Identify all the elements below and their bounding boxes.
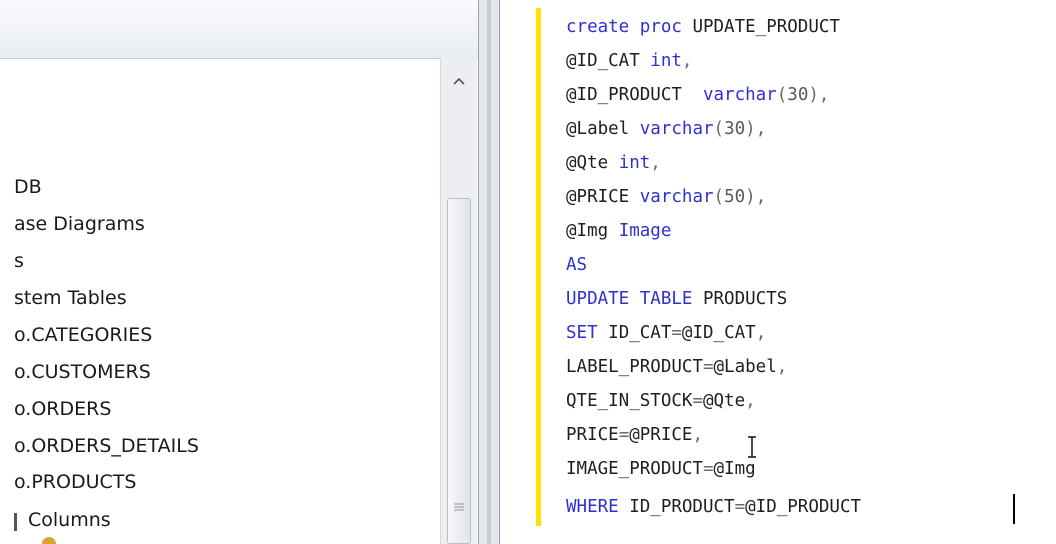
code-line[interactable]: WHERE ID_PRODUCT=@ID_PRODUCT <box>566 490 861 524</box>
code-token: ( <box>713 187 725 207</box>
code-token: Image <box>618 221 672 241</box>
code-token: , <box>692 425 703 445</box>
code-token: = <box>734 497 746 517</box>
pane-splitter[interactable] <box>478 0 500 544</box>
object-explorer: DB ase Diagrams s stem Tables o.CATEGORI… <box>0 0 478 544</box>
code-token: , <box>650 153 661 173</box>
code-line[interactable]: create proc UPDATE_PRODUCT <box>566 10 840 44</box>
grip-icon <box>454 501 464 515</box>
code-token: = <box>702 459 714 479</box>
code-token: ), <box>745 119 767 139</box>
tree-node-orders[interactable]: o.ORDERS <box>14 394 111 424</box>
code-token: , <box>776 357 788 377</box>
code-token: UPDATE TABLE <box>566 289 703 309</box>
scroll-thumb[interactable] <box>447 198 471 544</box>
code-token: = <box>692 391 703 411</box>
code-token: PRODUCTS <box>702 289 788 309</box>
splitter-groove <box>487 0 491 544</box>
tree-node-customers[interactable]: o.CUSTOMERS <box>14 357 151 387</box>
code-line[interactable]: AS <box>566 248 587 282</box>
code-token: ( <box>776 85 788 105</box>
code-token: ), <box>745 187 767 207</box>
code-token: WHERE <box>566 497 630 517</box>
code-token: create proc <box>566 17 693 37</box>
code-token: = <box>702 357 714 377</box>
chevron-up-icon[interactable] <box>441 68 477 94</box>
code-line[interactable]: @ID_CAT int, <box>566 44 692 78</box>
code-token: @ID_PRODUCT <box>566 85 703 105</box>
code-token: AS <box>566 255 588 275</box>
code-token: int <box>650 51 682 71</box>
code-line[interactable]: @PRICE varchar(50), <box>566 180 766 214</box>
editor-gutter <box>500 0 534 544</box>
code-token: SET <box>566 323 609 343</box>
code-line[interactable]: SET ID_CAT=@ID_CAT, <box>566 316 766 350</box>
code-token: @ID_CAT <box>681 323 756 343</box>
code-line[interactable]: IMAGE_PRODUCT=@Img <box>566 452 756 486</box>
code-token: 50 <box>724 187 746 207</box>
tree-node-system-tables[interactable]: stem Tables <box>14 283 127 313</box>
code-token: ), <box>808 85 830 105</box>
code-token: , <box>745 391 756 411</box>
code-token: @PRICE <box>566 187 640 207</box>
change-tracking-bar <box>536 8 541 526</box>
scroll-up-arrow <box>453 77 465 85</box>
code-line[interactable]: UPDATE TABLE PRODUCTS <box>566 282 787 316</box>
code-token: ID_CAT <box>608 323 672 343</box>
code-token: IMAGE_PRODUCT <box>566 459 703 479</box>
code-token: QTE_IN_STOCK <box>566 391 693 411</box>
code-token: PRICE <box>566 425 619 445</box>
tree-node-products[interactable]: o.PRODUCTS <box>14 467 136 497</box>
code-token: LABEL_PRODUCT <box>566 357 703 377</box>
tree-node-orders-details[interactable]: o.ORDERS_DETAILS <box>14 431 199 461</box>
tree-line-icon <box>14 513 17 531</box>
text-caret <box>1013 494 1015 524</box>
code-token: @Img <box>566 221 619 241</box>
query-editor[interactable]: create proc UPDATE_PRODUCT @ID_CAT int, @I… <box>500 0 1056 544</box>
tree-node-database-diagrams[interactable]: ase Diagrams <box>14 209 145 239</box>
ibeam-cursor-icon <box>748 436 756 458</box>
code-token: @PRICE <box>629 425 693 445</box>
code-token: int <box>618 153 651 173</box>
code-line[interactable]: @Label varchar(30), <box>566 112 766 146</box>
code-line[interactable]: PRICE=@PRICE, <box>566 418 703 452</box>
code-token: 30 <box>787 85 809 105</box>
tree-node-tables[interactable]: s <box>14 246 24 276</box>
code-line[interactable]: @Qte int, <box>566 146 661 180</box>
tree-node-categories[interactable]: o.CATEGORIES <box>14 320 152 350</box>
code-token: , <box>755 323 767 343</box>
code-token: @Img <box>713 459 756 479</box>
code-line[interactable]: LABEL_PRODUCT=@Label, <box>566 350 787 384</box>
explorer-toolbar <box>0 0 478 59</box>
code-token: ID_PRODUCT <box>629 497 735 517</box>
code-line[interactable]: QTE_IN_STOCK=@Qte, <box>566 384 756 418</box>
code-line[interactable]: @ID_PRODUCT varchar(30), <box>566 78 829 112</box>
code-token: = <box>618 425 630 445</box>
code-token: , <box>681 51 693 71</box>
code-token: varchar <box>639 119 714 139</box>
code-token: = <box>671 323 682 343</box>
code-token: ( <box>713 119 725 139</box>
code-token: @Qte <box>566 153 619 173</box>
code-token: @ID_PRODUCT <box>745 497 862 517</box>
code-token: varchar <box>702 85 777 105</box>
tree-node-columns[interactable]: Columns <box>28 505 111 535</box>
code-token: @ID_CAT <box>566 51 651 71</box>
key-icon <box>42 537 56 544</box>
code-line[interactable]: @Img Image <box>566 214 671 248</box>
code-token: @Label <box>566 119 640 139</box>
tree-node-db[interactable]: DB <box>14 172 42 202</box>
code-token: @Label <box>713 357 777 377</box>
code-token: @Qte <box>702 391 746 411</box>
code-token: 30 <box>724 119 746 139</box>
explorer-scrollbar[interactable] <box>440 58 477 544</box>
code-token: varchar <box>639 187 714 207</box>
code-token: UPDATE_PRODUCT <box>692 17 840 37</box>
